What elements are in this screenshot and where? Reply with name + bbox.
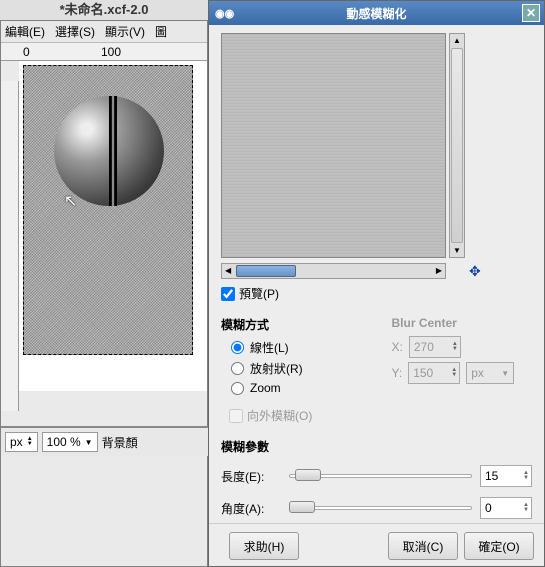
motion-blur-dialog: ◉◉ 動感模糊化 ✕ ▲ ▼ ◀ ▶ ✥ 預覽(P) 模 xyxy=(208,0,545,567)
unit-value: px xyxy=(10,435,23,449)
zoom-selector[interactable]: 100 % ▼ xyxy=(42,432,98,452)
help-button[interactable]: 求助(H) xyxy=(229,532,299,560)
center-x-input: 270 ▲▼ xyxy=(409,336,461,358)
center-y-input: 150 ▲▼ xyxy=(408,362,460,384)
spinner-arrows-icon: ▲▼ xyxy=(523,503,529,513)
preview-vscrollbar[interactable]: ▲ ▼ xyxy=(449,33,465,258)
dialog-titlebar[interactable]: ◉◉ 動感模糊化 ✕ xyxy=(209,1,544,25)
cursor-icon: ↖ xyxy=(64,191,77,211)
spinner-arrows-icon: ▲▼ xyxy=(451,368,457,378)
radio-zoom[interactable] xyxy=(231,382,244,395)
zoom-value: 100 % xyxy=(47,435,81,449)
status-bar: px ▲▼ 100 % ▼ 背景顏 xyxy=(1,426,209,456)
arrow-up-icon: ▲ xyxy=(453,36,461,45)
center-unit-value: px xyxy=(471,366,484,380)
status-text: 背景顏 xyxy=(102,434,138,451)
spinner-arrows-icon: ▲▼ xyxy=(452,342,458,352)
blur-params-title: 模糊參數 xyxy=(221,438,532,455)
radio-linear-label: 線性(L) xyxy=(250,339,289,356)
radio-linear[interactable] xyxy=(231,341,244,354)
length-value: 15 xyxy=(485,469,498,483)
ok-button[interactable]: 確定(O) xyxy=(464,532,534,560)
hscroll-thumb[interactable] xyxy=(236,265,296,277)
arrow-right-icon: ▶ xyxy=(436,266,442,275)
chevron-down-icon: ▼ xyxy=(85,438,93,447)
main-window: 編輯(E) 選擇(S) 顯示(V) 圖 0 100 ↖ px ▲▼ 100 % … xyxy=(0,20,208,567)
ruler-horizontal: 0 100 xyxy=(1,43,207,61)
blur-center-title: Blur Center xyxy=(392,316,533,330)
angle-value: 0 xyxy=(485,501,492,515)
canvas[interactable] xyxy=(23,65,193,355)
radio-radial-label: 放射狀(R) xyxy=(250,360,303,377)
angle-slider-handle[interactable] xyxy=(289,501,315,513)
sphere-bar xyxy=(109,96,117,206)
chevron-down-icon: ▼ xyxy=(501,369,509,378)
unit-selector[interactable]: px ▲▼ xyxy=(5,432,38,452)
menu-image[interactable]: 圖 xyxy=(155,23,167,40)
ruler-vertical xyxy=(1,81,19,411)
arrow-left-icon: ◀ xyxy=(225,266,231,275)
preview-area: ▲ ▼ ◀ ▶ ✥ xyxy=(221,33,532,279)
angle-input[interactable]: 0 ▲▼ xyxy=(480,497,532,519)
move-icon[interactable]: ✥ xyxy=(469,263,481,280)
length-slider-handle[interactable] xyxy=(295,469,321,481)
vscroll-thumb[interactable] xyxy=(451,48,463,243)
blur-method-title: 模糊方式 xyxy=(221,316,362,333)
dialog-title-text: 動感模糊化 xyxy=(346,5,406,22)
preview-image[interactable] xyxy=(221,33,446,258)
close-icon: ✕ xyxy=(526,6,536,20)
center-unit-combo: px ▼ xyxy=(466,362,514,384)
radio-zoom-label: Zoom xyxy=(250,381,281,395)
outward-checkbox xyxy=(229,409,243,423)
arrow-down-icon: ▼ xyxy=(453,246,461,255)
dialog-button-row: 求助(H) 取消(C) 確定(O) xyxy=(209,523,544,560)
main-window-title: *未命名.xcf-2.0 xyxy=(0,0,208,20)
center-y-value: 150 xyxy=(413,366,433,380)
close-button[interactable]: ✕ xyxy=(522,4,540,22)
length-input[interactable]: 15 ▲▼ xyxy=(480,465,532,487)
ruler-tick-100: 100 xyxy=(101,45,121,59)
length-slider[interactable] xyxy=(289,467,472,485)
center-y-label: Y: xyxy=(392,366,403,380)
length-label: 長度(E): xyxy=(221,468,281,485)
radio-radial[interactable] xyxy=(231,362,244,375)
chevron-updown-icon: ▲▼ xyxy=(27,437,33,447)
angle-slider[interactable] xyxy=(289,499,472,517)
menubar: 編輯(E) 選擇(S) 顯示(V) 圖 xyxy=(1,21,207,43)
gimp-icon: ◉◉ xyxy=(215,7,234,20)
preview-checkbox[interactable] xyxy=(221,287,235,301)
preview-hscrollbar[interactable]: ◀ ▶ xyxy=(221,263,446,279)
menu-view[interactable]: 顯示(V) xyxy=(105,23,145,40)
spinner-arrows-icon: ▲▼ xyxy=(523,471,529,481)
ruler-tick-0: 0 xyxy=(23,45,30,59)
outward-label: 向外模糊(O) xyxy=(247,407,312,424)
center-x-label: X: xyxy=(392,340,403,354)
menu-edit[interactable]: 編輯(E) xyxy=(5,23,45,40)
preview-label: 預覽(P) xyxy=(239,285,279,302)
sphere-object xyxy=(54,96,164,206)
center-x-value: 270 xyxy=(414,340,434,354)
canvas-area[interactable] xyxy=(19,61,207,391)
angle-label: 角度(A): xyxy=(221,500,281,517)
cancel-button[interactable]: 取消(C) xyxy=(388,532,458,560)
menu-select[interactable]: 選擇(S) xyxy=(55,23,95,40)
